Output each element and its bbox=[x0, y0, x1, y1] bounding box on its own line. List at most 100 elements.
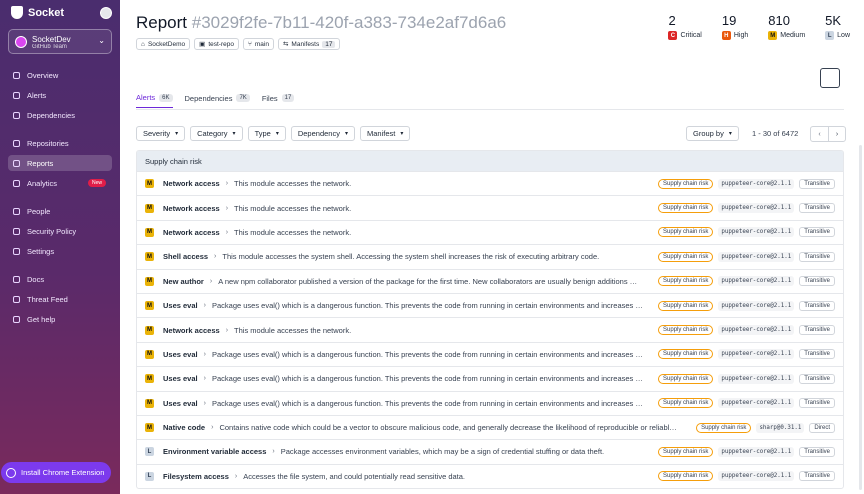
package-tag[interactable]: puppeteer-core@2.1.1 bbox=[718, 178, 795, 189]
category-tag[interactable]: Supply chain risk bbox=[658, 300, 714, 311]
sidebar-item-reports[interactable]: Reports bbox=[8, 155, 112, 171]
package-tag[interactable]: puppeteer-core@2.1.1 bbox=[718, 325, 795, 336]
severity-filter[interactable]: Severity ▾ bbox=[136, 126, 186, 141]
scrollbar[interactable] bbox=[859, 145, 862, 490]
alerts-table: Supply chain risk M Network access › This m… bbox=[136, 150, 844, 490]
table-row[interactable]: M Native code › Contains native code which … bbox=[137, 414, 843, 439]
package-tag[interactable]: puppeteer-core@2.1.1 bbox=[718, 446, 795, 457]
table-row[interactable]: M New author › A new npm collaborator publi… bbox=[137, 268, 843, 293]
category-tag[interactable]: Supply chain risk bbox=[658, 276, 714, 287]
chip-label: test-repo bbox=[208, 40, 234, 48]
stat-value: 810 bbox=[768, 13, 790, 28]
table-row[interactable]: M Network access › This module accesses the… bbox=[137, 219, 843, 244]
org-name: SocketDev bbox=[32, 35, 71, 44]
sidebar-item-alerts[interactable]: Alerts bbox=[8, 87, 112, 103]
table-row[interactable]: M Uses eval › Package uses eval() which is … bbox=[137, 341, 843, 366]
type-filter[interactable]: Type ▾ bbox=[247, 126, 286, 141]
category-tag[interactable]: Supply chain risk bbox=[658, 398, 714, 409]
sidebar-item-overview[interactable]: Overview bbox=[8, 67, 112, 83]
sidebar-item-label: Settings bbox=[27, 246, 55, 256]
stat-low[interactable]: 5K L Low bbox=[825, 13, 850, 40]
group-by-select[interactable]: Group by ▾ bbox=[686, 126, 739, 141]
tab-alerts[interactable]: Alerts 6K bbox=[136, 93, 173, 108]
alert-name: New author bbox=[163, 276, 204, 286]
manifests-chip[interactable]: ⇆ Manifests 17 bbox=[277, 38, 341, 50]
org-switcher[interactable]: SocketDev GitHub Team ⌄ bbox=[8, 29, 112, 54]
category-tag[interactable]: Supply chain risk bbox=[658, 349, 714, 360]
manifest-filter[interactable]: Manifest ▾ bbox=[359, 126, 411, 141]
stat-critical[interactable]: 2 C Critical bbox=[668, 13, 702, 40]
alert-name: Native code bbox=[163, 423, 206, 433]
tab-files[interactable]: Files 17 bbox=[262, 93, 295, 108]
package-tag[interactable]: puppeteer-core@2.1.1 bbox=[718, 398, 795, 409]
table-row[interactable]: M Uses eval › Package uses eval() which is … bbox=[137, 292, 843, 317]
sidebar-item-analytics[interactable]: Analytics New bbox=[8, 175, 112, 191]
repo-chip[interactable]: ▣ test-repo bbox=[194, 38, 239, 50]
org-chip[interactable]: ⌂ SocketDemo bbox=[136, 38, 191, 50]
install-chrome-extension-button[interactable]: Install Chrome Extension bbox=[1, 462, 111, 483]
category-filter[interactable]: Category ▾ bbox=[190, 126, 243, 141]
pagination-range: 1 - 30 of 6472 bbox=[752, 129, 799, 138]
package-tag[interactable]: puppeteer-core@2.1.1 bbox=[718, 471, 795, 482]
package-tag[interactable]: puppeteer-core@2.1.1 bbox=[718, 373, 795, 384]
sidebar-item-people[interactable]: People bbox=[8, 203, 112, 219]
chevron-down-icon: ▾ bbox=[175, 131, 179, 137]
tab-count: 17 bbox=[281, 94, 295, 102]
table-row[interactable]: L Filesystem access › Accesses the file sys… bbox=[137, 463, 843, 488]
tab-dependencies[interactable]: Dependencies 7K bbox=[185, 93, 250, 108]
sidebar-item-repositories[interactable]: Repositories bbox=[8, 135, 112, 151]
sidebar-item-docs[interactable]: Docs bbox=[8, 271, 112, 287]
sidebar-item-security-policy[interactable]: Security Policy bbox=[8, 223, 112, 239]
category-tag[interactable]: Supply chain risk bbox=[658, 251, 714, 262]
sidebar-item-settings[interactable]: Settings bbox=[8, 243, 112, 259]
category-tag[interactable]: Supply chain risk bbox=[658, 373, 714, 384]
branch-chip[interactable]: ⑂ main bbox=[242, 38, 274, 50]
alert-description: Contains native code which could be a ve… bbox=[219, 423, 677, 433]
prev-page-button[interactable]: ‹ bbox=[811, 127, 828, 141]
package-tag[interactable]: puppeteer-core@2.1.1 bbox=[718, 227, 795, 238]
package-tag[interactable]: sharp@0.31.1 bbox=[756, 422, 805, 433]
table-row[interactable]: M Network access › This module accesses the… bbox=[137, 195, 843, 219]
brand-name: Socket bbox=[28, 6, 65, 19]
category-tag[interactable]: Supply chain risk bbox=[658, 325, 714, 336]
category-tag[interactable]: Supply chain risk bbox=[658, 471, 714, 482]
table-row[interactable]: L Environment variable access › Package acc… bbox=[137, 439, 843, 463]
category-tag[interactable]: Supply chain risk bbox=[658, 227, 714, 238]
people-icon bbox=[13, 207, 20, 215]
category-tag[interactable]: Supply chain risk bbox=[658, 178, 714, 189]
package-tag[interactable]: puppeteer-core@2.1.1 bbox=[718, 203, 795, 214]
sidebar-item-dependencies[interactable]: Dependencies bbox=[8, 107, 112, 123]
org-avatar-icon bbox=[15, 36, 27, 48]
alert-description: Package uses eval() which is a dangerous… bbox=[211, 398, 643, 408]
chevron-down-icon: ▾ bbox=[400, 131, 404, 137]
package-tag[interactable]: puppeteer-core@2.1.1 bbox=[718, 300, 795, 311]
category-tag[interactable]: Supply chain risk bbox=[696, 422, 752, 433]
table-row[interactable]: M Shell access › This module accesses the s… bbox=[137, 244, 843, 268]
table-row[interactable]: M Uses eval › Package uses eval() which is … bbox=[137, 390, 843, 415]
stat-high[interactable]: 19 H High bbox=[721, 13, 748, 40]
sidebar-item-get-help[interactable]: Get help bbox=[8, 311, 112, 327]
sidebar-item-threat-feed[interactable]: Threat Feed bbox=[8, 291, 112, 307]
table-row[interactable]: M Uses eval › Package uses eval() which is … bbox=[137, 366, 843, 390]
dependency-type-tag: Transitive bbox=[799, 227, 835, 238]
group-header[interactable]: Supply chain risk bbox=[137, 151, 843, 171]
package-tag[interactable]: puppeteer-core@2.1.1 bbox=[718, 349, 795, 360]
view-toggle-button[interactable] bbox=[820, 68, 840, 88]
stat-medium[interactable]: 810 M Medium bbox=[768, 13, 805, 40]
category-tag[interactable]: Supply chain risk bbox=[658, 446, 714, 457]
table-row[interactable]: M Network access › This module accesses the… bbox=[137, 171, 843, 195]
chevron-down-icon: ▾ bbox=[728, 131, 732, 137]
chip-label: main bbox=[254, 40, 269, 48]
package-tag[interactable]: puppeteer-core@2.1.1 bbox=[718, 276, 795, 287]
dependency-filter[interactable]: Dependency ▾ bbox=[290, 126, 355, 141]
package-tag[interactable]: puppeteer-core@2.1.1 bbox=[718, 251, 795, 262]
tab-bar: Alerts 6K Dependencies 7K Files 17 bbox=[136, 93, 295, 108]
brand[interactable]: Socket bbox=[11, 6, 64, 19]
severity-badge: L bbox=[145, 471, 154, 481]
alert-name: Environment variable access bbox=[163, 447, 267, 457]
next-page-button[interactable]: › bbox=[828, 127, 845, 141]
dependency-type-tag: Transitive bbox=[799, 276, 835, 287]
user-avatar-icon[interactable] bbox=[100, 7, 112, 19]
category-tag[interactable]: Supply chain risk bbox=[658, 203, 714, 214]
table-row[interactable]: M Network access › This module accesses the… bbox=[137, 317, 843, 341]
